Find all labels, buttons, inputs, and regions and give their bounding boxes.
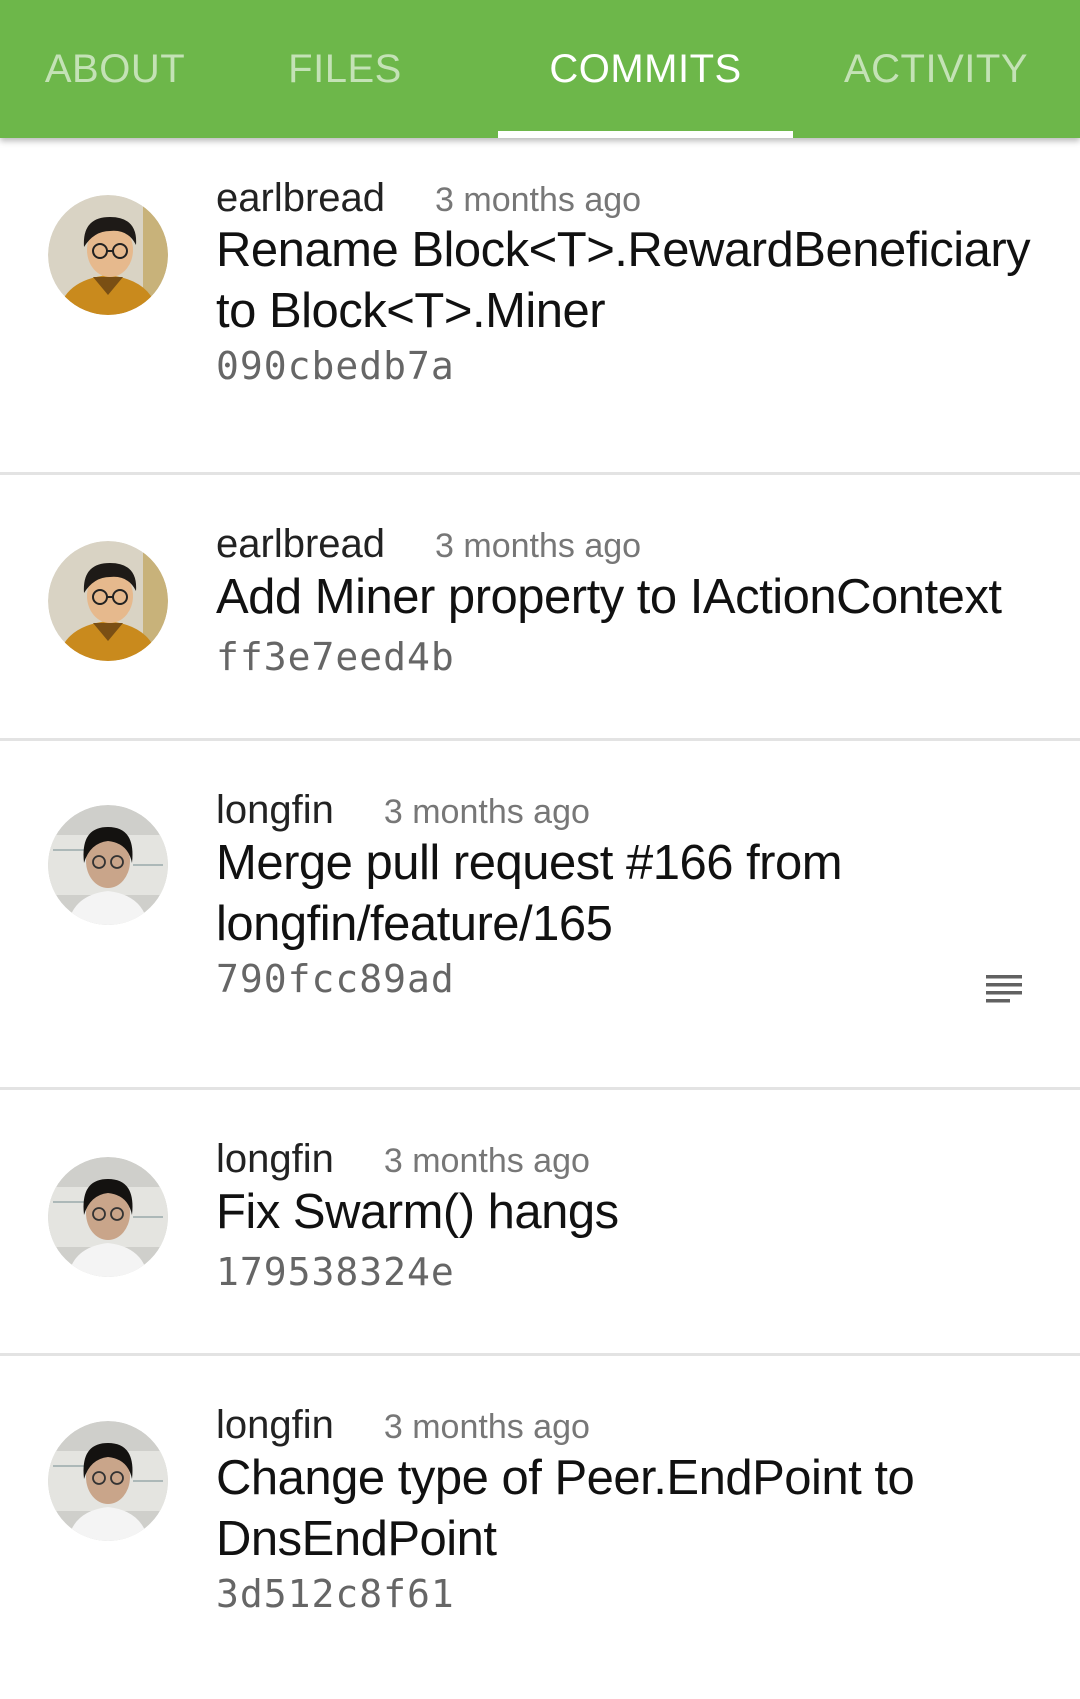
avatar[interactable] <box>48 1157 168 1277</box>
commit-message[interactable]: Change type of Peer.EndPoint to DnsEndPo… <box>216 1448 1036 1570</box>
avatar[interactable] <box>48 541 168 661</box>
commit-row[interactable]: earlbread 3 months ago Rename Block<T>.R… <box>0 138 1080 475</box>
commit-hash[interactable]: 090cbedb7a <box>216 344 455 388</box>
earlbread-avatar-icon <box>48 541 168 661</box>
tab-activity[interactable]: ACTIVITY <box>818 0 1054 138</box>
tab-label: COMMITS <box>549 46 742 91</box>
commit-row[interactable]: longfin 3 months ago Fix Swarm() hangs 1… <box>0 1090 1080 1356</box>
commit-meta: earlbread 3 months ago <box>216 176 1040 221</box>
commit-row[interactable]: longfin 3 months ago Merge pull request … <box>0 741 1080 1090</box>
tab-label: ACTIVITY <box>843 46 1029 91</box>
longfin-avatar-icon <box>48 1421 168 1541</box>
commit-hash[interactable]: ff3e7eed4b <box>216 635 455 679</box>
avatar[interactable] <box>48 195 168 315</box>
tab-files[interactable]: FILES <box>230 0 460 138</box>
commit-hash[interactable]: 179538324e <box>216 1250 455 1294</box>
commit-time: 3 months ago <box>383 1142 590 1180</box>
notes-icon[interactable] <box>984 971 1024 1011</box>
commit-meta: longfin 3 months ago <box>216 1403 1040 1448</box>
commit-author[interactable]: earlbread <box>216 522 385 567</box>
tab-commits[interactable]: COMMITS <box>498 0 793 138</box>
commit-meta: earlbread 3 months ago <box>216 522 1040 567</box>
commit-author[interactable]: earlbread <box>216 176 385 221</box>
commit-author[interactable]: longfin <box>216 1137 334 1182</box>
commit-author[interactable]: longfin <box>216 1403 334 1448</box>
commit-message[interactable]: Merge pull request #166 from longfin/fea… <box>216 833 1036 955</box>
avatar[interactable] <box>48 1421 168 1541</box>
commit-message[interactable]: Rename Block<T>.RewardBeneficiary to Blo… <box>216 220 1036 342</box>
commit-row[interactable]: longfin 3 months ago Change type of Peer… <box>0 1356 1080 1646</box>
commit-hash[interactable]: 3d512c8f61 <box>216 1572 455 1616</box>
tab-label: ABOUT <box>44 46 186 91</box>
commit-time: 3 months ago <box>383 1408 590 1446</box>
commit-hash[interactable]: 790fcc89ad <box>216 957 455 1001</box>
avatar[interactable] <box>48 805 168 925</box>
commit-time: 3 months ago <box>435 527 642 565</box>
longfin-avatar-icon <box>48 805 168 925</box>
active-tab-indicator <box>498 131 793 138</box>
tab-label: FILES <box>288 46 402 91</box>
commit-row[interactable]: earlbread 3 months ago Add Miner propert… <box>0 475 1080 741</box>
commit-time: 3 months ago <box>383 793 590 831</box>
commit-meta: longfin 3 months ago <box>216 1137 1040 1182</box>
commit-list: earlbread 3 months ago Rename Block<T>.R… <box>0 138 1080 1646</box>
earlbread-avatar-icon <box>48 195 168 315</box>
commit-message[interactable]: Fix Swarm() hangs <box>216 1182 1036 1243</box>
commit-time: 3 months ago <box>435 181 642 219</box>
tab-about[interactable]: ABOUT <box>0 0 230 138</box>
commit-message[interactable]: Add Miner property to IActionContext <box>216 567 1036 628</box>
tab-bar: ABOUT FILES COMMITS ACTIVITY <box>0 0 1080 138</box>
longfin-avatar-icon <box>48 1157 168 1277</box>
commit-author[interactable]: longfin <box>216 788 334 833</box>
commit-meta: longfin 3 months ago <box>216 788 1040 833</box>
